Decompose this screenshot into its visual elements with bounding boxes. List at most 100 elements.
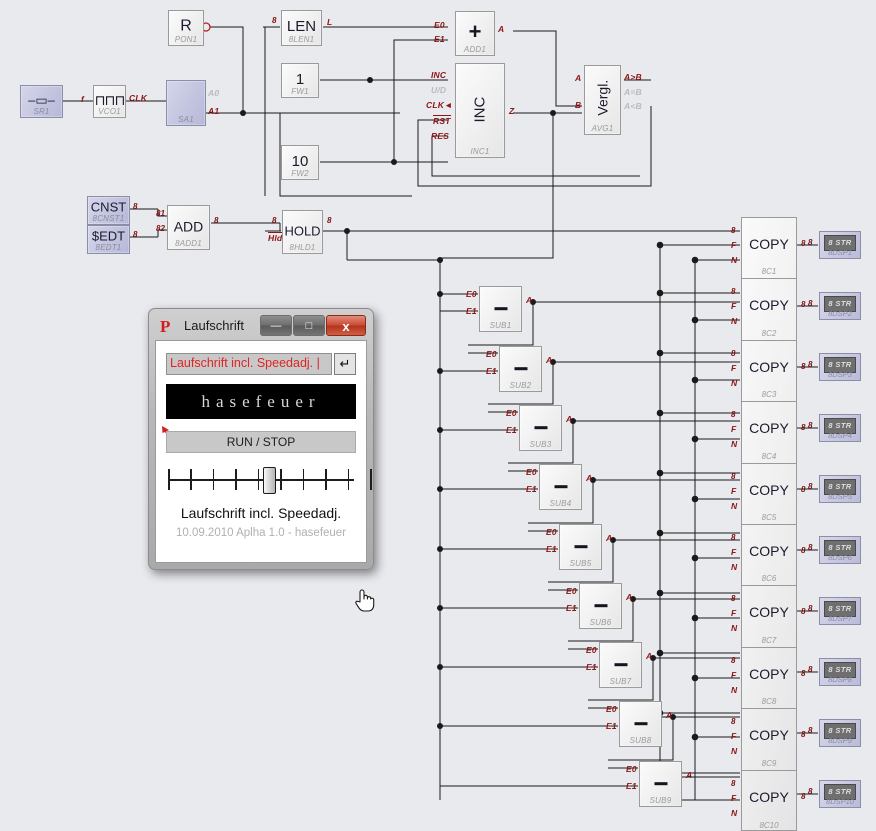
pin-sub1-e1: E1 [466, 306, 477, 316]
copy-name: 8C4 [761, 451, 777, 461]
pin-inc-inc: INC [431, 70, 447, 80]
copy-name: 8C8 [761, 697, 777, 707]
block-symbol-minus [534, 426, 547, 430]
block-add1[interactable]: + ADD1 [455, 11, 495, 56]
block-label: SUB8 [629, 736, 652, 745]
copy-block[interactable]: COPY 8C2 [742, 279, 796, 341]
block-sub2[interactable]: SUB2 [499, 346, 542, 392]
copy-pin-bus-out: 8 [801, 607, 806, 617]
block-hold[interactable]: HOLD 8HLD1 [282, 210, 323, 254]
copy-block[interactable]: COPY 8C6 [742, 525, 796, 587]
block-len[interactable]: LEN 8LEN1 [281, 10, 322, 46]
pin-inc-ud: U/D [431, 85, 447, 95]
copy-block[interactable]: COPY 8C4 [742, 402, 796, 464]
pin-sub6-e1: E1 [566, 603, 577, 613]
block-fw1[interactable]: 1 FW1 [281, 63, 319, 98]
speed-slider[interactable] [168, 463, 372, 497]
copy-name: 8C1 [761, 267, 777, 277]
pin-sub4-e0: E0 [526, 467, 537, 477]
block-label: SUB1 [489, 321, 512, 330]
maximize-button[interactable]: □ [293, 315, 325, 336]
copy-block[interactable]: COPY 8C3 [742, 341, 796, 403]
display-block[interactable]: 8 STR 8DSP2 [819, 292, 861, 320]
display-block[interactable]: 8 STR 8DSP3 [819, 353, 861, 381]
copy-block[interactable]: COPY 8C9 [742, 709, 796, 771]
close-button[interactable]: x [326, 315, 366, 336]
pin-sub9-e0: E0 [626, 764, 637, 774]
bus-label-sedt-out: 8 [133, 230, 138, 239]
block-symbol: INC [471, 96, 489, 123]
block-sub8[interactable]: SUB8 [619, 701, 662, 747]
display-block[interactable]: 8 STR 8DSP7 [819, 597, 861, 625]
laufschrift-dialog[interactable]: P Laufschrift — □ x Laufschrift incl. Sp… [148, 308, 374, 570]
block-switch-sa1[interactable]: SA1 [166, 80, 206, 126]
copy-label: COPY [749, 788, 789, 805]
dialog-title: Laufschrift [184, 318, 244, 333]
copy-label: COPY [749, 420, 789, 437]
copy-pin-bus-in: 8 [731, 410, 736, 420]
display-block[interactable]: 8 STR 8DSP1 [819, 231, 861, 259]
dialog-titlebar[interactable]: P Laufschrift — □ x [154, 314, 368, 340]
block-add8[interactable]: ADD 8ADD1 [167, 205, 210, 250]
slider-tick [168, 480, 170, 490]
block-source-sr1[interactable]: –▭– SR1 [20, 85, 63, 118]
block-sedt[interactable]: $EDT 8EDT1 [87, 225, 130, 254]
copy-block[interactable]: COPY 8C8 [742, 648, 796, 710]
slider-tick [302, 469, 305, 480]
block-sub9[interactable]: SUB9 [639, 761, 682, 807]
display-block[interactable]: 8 STR 8DSP10 [819, 780, 861, 808]
block-fw2[interactable]: 10 FW2 [281, 145, 319, 180]
copy-pin-bus-in: 8 [731, 655, 736, 665]
block-pon1[interactable]: R PON1 [168, 10, 204, 46]
run-stop-button[interactable]: RUN / STOP [166, 431, 356, 453]
block-label: SUB3 [529, 440, 552, 449]
copy-pin-bus-out: 8 [801, 791, 806, 801]
block-sub1[interactable]: SUB1 [479, 286, 522, 332]
copy-pin-f: F [731, 669, 737, 680]
block-cnst[interactable]: CNST 8CNST1 [87, 196, 130, 225]
text-input-row: Laufschrift incl. Speedadj. | ↵ [166, 353, 356, 375]
display-block[interactable]: 8 STR 8DSP4 [819, 414, 861, 442]
copy-block[interactable]: COPY 8C10 [742, 771, 796, 831]
block-symbol: HOLD [284, 223, 321, 239]
block-sub3[interactable]: SUB3 [519, 405, 562, 451]
pin-sub7-a: A [646, 651, 653, 661]
pin-vergl-eq: A=B [624, 87, 642, 97]
slider-tick [257, 469, 260, 480]
copy-pin-bus-in: 8 [731, 533, 736, 542]
block-label: 8EDT1 [95, 243, 122, 252]
pin-sub3-a: A [566, 414, 573, 424]
display-block[interactable]: 8 STR 8DSP5 [819, 475, 861, 503]
block-sub7[interactable]: SUB7 [599, 642, 642, 688]
display-block[interactable]: 8 STR 8DSP6 [819, 536, 861, 564]
copy-pin-n: N [731, 746, 738, 757]
enter-button[interactable]: ↵ [334, 353, 356, 375]
block-label: 8HLD1 [289, 243, 316, 252]
copy-block[interactable]: COPY 8C7 [742, 586, 796, 648]
copy-block[interactable]: COPY 8C1 [742, 218, 796, 280]
display-pin-bus-in: 8 [808, 665, 813, 674]
copy-pin-bus-in: 8 [731, 348, 736, 358]
block-sub6[interactable]: SUB6 [579, 583, 622, 629]
copy-pin-bus-out: 8 [801, 300, 806, 310]
pin-vco-f: f [81, 94, 85, 104]
display-label: 8DSP10 [826, 797, 854, 806]
copy-pin-bus-in: 8 [731, 287, 736, 297]
block-vco1[interactable]: ⊓⊓⊓ VCO1 [93, 85, 126, 118]
marquee-text-input[interactable]: Laufschrift incl. Speedadj. | [166, 353, 332, 375]
display-block[interactable]: 8 STR 8DSP9 [819, 719, 861, 747]
slider-thumb[interactable] [262, 467, 276, 494]
display-block[interactable]: 8 STR 8DSP8 [819, 658, 861, 686]
copy-pin-bus-in: 8 [731, 717, 736, 727]
block-sub5[interactable]: SUB5 [559, 524, 602, 570]
block-inc1[interactable]: INC INC1 [455, 63, 505, 158]
copy-block[interactable]: COPY 8C5 [742, 464, 796, 525]
pin-sub8-e0: E0 [606, 704, 617, 714]
display-label: 8DSP9 [828, 736, 852, 745]
minimize-button[interactable]: — [260, 315, 292, 336]
block-sub4[interactable]: SUB4 [539, 464, 582, 510]
bus-label-add8-out: 8 [214, 216, 219, 225]
copy-pin-n: N [731, 439, 738, 450]
copy-pin-n: N [731, 377, 738, 388]
block-vergl-avg1[interactable]: Vergl. AVG1 [584, 65, 621, 135]
